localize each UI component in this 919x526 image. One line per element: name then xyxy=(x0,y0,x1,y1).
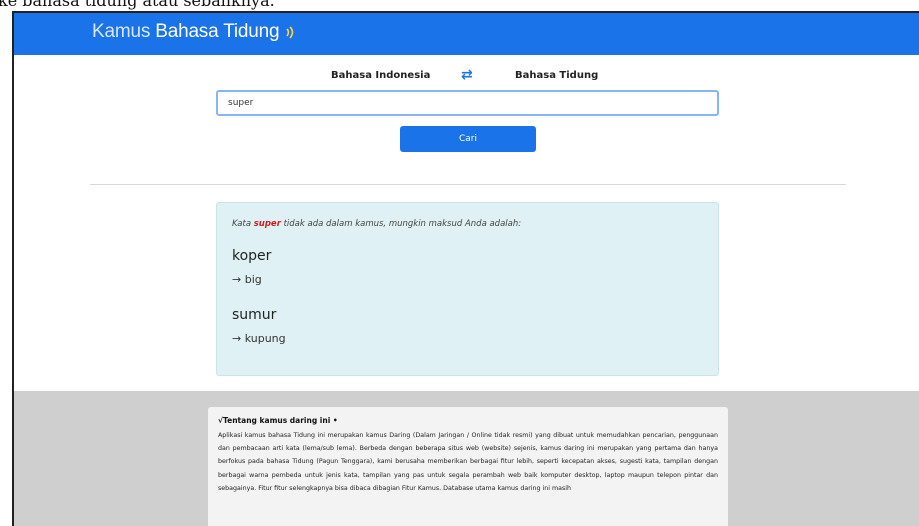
suggestion-translation: → kupung xyxy=(232,332,286,345)
brand-text-part1: Kamus xyxy=(92,21,151,42)
suggestion-translation: → big xyxy=(232,273,262,286)
browser-viewport: Kamus Bahasa Tidung Bahasa Indonesia ⇄ B… xyxy=(12,11,919,526)
suggestion-word[interactable]: sumur xyxy=(232,307,276,323)
brand-logo[interactable]: Kamus Bahasa Tidung xyxy=(92,21,294,43)
footer-section: √Tentang kamus daring ini • Aplikasi kam… xyxy=(14,391,919,526)
target-language[interactable]: Bahasa Tidung xyxy=(515,70,598,81)
swap-arrows-icon[interactable]: ⇄ xyxy=(461,67,473,83)
brand-text-part2: Bahasa Tidung xyxy=(155,21,280,42)
about-card: √Tentang kamus daring ini • Aplikasi kam… xyxy=(208,407,728,526)
result-box: Kata super tidak ada dalam kamus, mungki… xyxy=(216,202,719,376)
about-text: Aplikasi kamus bahasa Tidung ini merupak… xyxy=(218,432,718,492)
search-input[interactable] xyxy=(216,90,719,116)
suggestion-word[interactable]: koper xyxy=(232,248,271,264)
divider xyxy=(90,184,846,185)
language-selector: Bahasa Indonesia ⇄ Bahasa Tidung xyxy=(14,67,919,90)
source-language[interactable]: Bahasa Indonesia xyxy=(331,70,430,81)
result-keyword: super xyxy=(253,219,281,229)
result-message-prefix: Kata xyxy=(232,219,252,229)
navbar: Kamus Bahasa Tidung xyxy=(14,13,919,55)
top-strip-text: ke bahasa tidung atau sebaliknya. xyxy=(0,0,275,10)
result-message: Kata super tidak ada dalam kamus, mungki… xyxy=(232,219,521,229)
result-message-suffix: tidak ada dalam kamus, mungkin maksud An… xyxy=(283,219,522,229)
search-button[interactable]: Cari xyxy=(400,126,536,152)
sound-wave-icon xyxy=(286,26,294,39)
about-title: √Tentang kamus daring ini • xyxy=(218,416,338,425)
